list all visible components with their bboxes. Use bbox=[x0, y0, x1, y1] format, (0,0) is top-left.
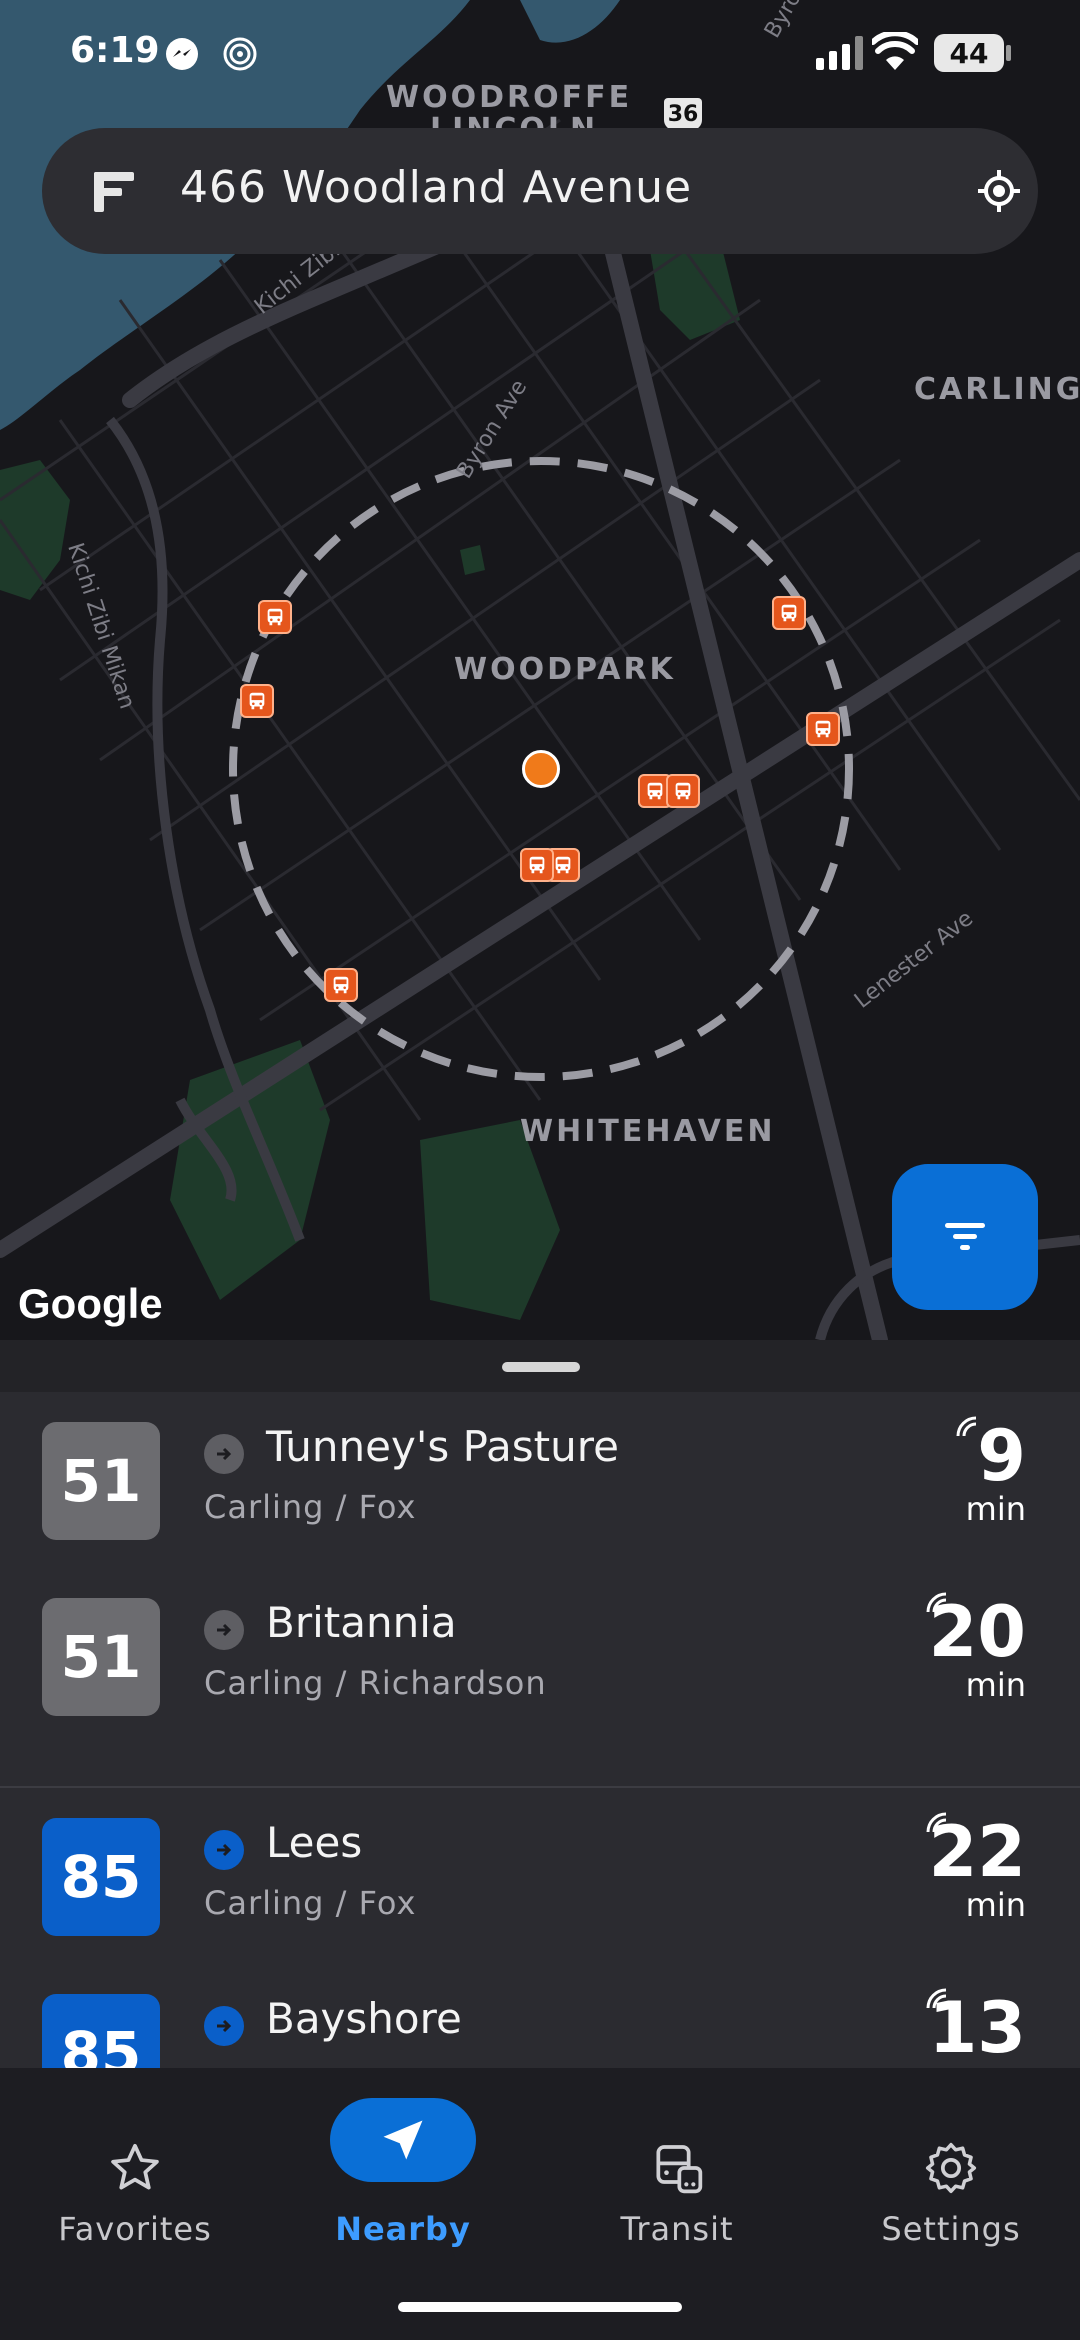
bus-icon bbox=[647, 782, 663, 800]
route-number-badge: 85 bbox=[42, 1994, 160, 2070]
bus-icon bbox=[529, 856, 545, 874]
gear-icon bbox=[921, 2138, 981, 2198]
map-label-whitehaven: WHITEHAVEN bbox=[520, 1114, 776, 1149]
location-search-bar[interactable]: 466 Woodland Avenue bbox=[42, 128, 1038, 254]
star-icon bbox=[105, 2138, 165, 2198]
tab-settings[interactable]: Settings bbox=[816, 2068, 1080, 2268]
bus-icon bbox=[781, 604, 797, 622]
route-row[interactable]: 85 Lees Carling / Fox 22 min bbox=[0, 1788, 1080, 1958]
google-attribution: Google bbox=[18, 1280, 163, 1327]
spiral-app-icon bbox=[223, 37, 257, 71]
search-address[interactable]: 466 Woodland Avenue bbox=[180, 162, 692, 213]
wifi-icon bbox=[872, 32, 918, 70]
tab-transit-label: Transit bbox=[620, 2210, 734, 2248]
tab-transit[interactable]: Transit bbox=[542, 2068, 812, 2268]
bus-icon bbox=[333, 976, 349, 994]
route-row[interactable]: 51 Tunney's Pasture Carling / Fox 9 min bbox=[0, 1392, 1080, 1562]
eta-unit: min bbox=[965, 1490, 1026, 1528]
bottom-navigation: Favorites Nearby Transit Settings bbox=[0, 2068, 1080, 2340]
realtime-signal-icon bbox=[926, 1812, 947, 1833]
status-time: 6:19 bbox=[70, 30, 160, 71]
tab-nearby-label: Nearby bbox=[335, 2210, 471, 2248]
tab-nearby[interactable]: Nearby bbox=[268, 2068, 538, 2268]
bus-stop-marker[interactable] bbox=[324, 968, 358, 1002]
bus-icon bbox=[267, 608, 283, 626]
eta-unit: min bbox=[965, 1666, 1026, 1704]
route-destination: Britannia bbox=[266, 1598, 457, 1647]
bus-icon bbox=[815, 720, 831, 738]
drag-handle[interactable] bbox=[502, 1362, 580, 1372]
nearby-routes-sheet[interactable]: 51 Tunney's Pasture Carling / Fox 9 min … bbox=[0, 1340, 1080, 2070]
battery-indicator: 44 bbox=[934, 34, 1004, 72]
route-destination: Lees bbox=[266, 1818, 363, 1867]
sheet-handle-area[interactable] bbox=[0, 1340, 1080, 1392]
route-stop-name: Carling / Fox bbox=[204, 1488, 417, 1526]
bus-stop-marker[interactable] bbox=[258, 600, 292, 634]
bus-stop-marker[interactable] bbox=[806, 712, 840, 746]
route-number-badge: 85 bbox=[42, 1818, 160, 1936]
tab-settings-label: Settings bbox=[881, 2210, 1021, 2248]
direction-arrow-icon bbox=[204, 1830, 244, 1870]
route-number-badge: 51 bbox=[42, 1422, 160, 1540]
transit-bus-icon bbox=[647, 2138, 707, 2198]
bus-stop-marker[interactable] bbox=[240, 684, 274, 718]
messenger-icon bbox=[166, 38, 198, 70]
realtime-signal-icon bbox=[926, 1988, 947, 2009]
battery-tip bbox=[1006, 45, 1011, 61]
direction-arrow-icon bbox=[204, 2006, 244, 2046]
my-location-icon[interactable] bbox=[978, 170, 1020, 212]
tab-favorites-label: Favorites bbox=[58, 2210, 212, 2248]
bus-stop-marker[interactable] bbox=[772, 596, 806, 630]
cellular-signal-icon bbox=[816, 36, 863, 70]
bus-icon bbox=[675, 782, 691, 800]
app-logo-icon bbox=[94, 172, 134, 212]
realtime-signal-icon bbox=[926, 1592, 947, 1613]
map-label-carling: CARLINGW bbox=[914, 372, 1080, 407]
navigation-arrow-icon bbox=[373, 2110, 433, 2170]
route-row[interactable]: 51 Britannia Carling / Richardson 20 min bbox=[0, 1568, 1080, 1738]
direction-arrow-icon bbox=[204, 1434, 244, 1474]
realtime-signal-icon bbox=[956, 1416, 977, 1437]
route-row[interactable]: 85 Bayshore 13 bbox=[0, 1964, 1080, 2070]
route-stop-name: Carling / Richardson bbox=[204, 1664, 547, 1702]
current-location-dot bbox=[522, 750, 560, 788]
route-destination: Bayshore bbox=[266, 1994, 462, 2043]
direction-arrow-icon bbox=[204, 1610, 244, 1650]
eta-unit: min bbox=[965, 1886, 1026, 1924]
route-destination: Tunney's Pasture bbox=[266, 1422, 619, 1471]
status-bar: 6:19 44 bbox=[0, 0, 1080, 108]
home-indicator[interactable] bbox=[398, 2302, 682, 2312]
bus-stop-marker[interactable] bbox=[520, 848, 554, 882]
bus-stop-marker[interactable] bbox=[666, 774, 700, 808]
route-stop-name: Carling / Fox bbox=[204, 1884, 417, 1922]
map-label-woodpark: WOODPARK bbox=[454, 652, 676, 687]
bus-icon bbox=[555, 856, 571, 874]
route-number-badge: 51 bbox=[42, 1598, 160, 1716]
filter-button[interactable] bbox=[892, 1164, 1038, 1310]
filter-icon bbox=[945, 1223, 985, 1250]
bus-icon bbox=[249, 692, 265, 710]
tab-favorites[interactable]: Favorites bbox=[0, 2068, 270, 2268]
